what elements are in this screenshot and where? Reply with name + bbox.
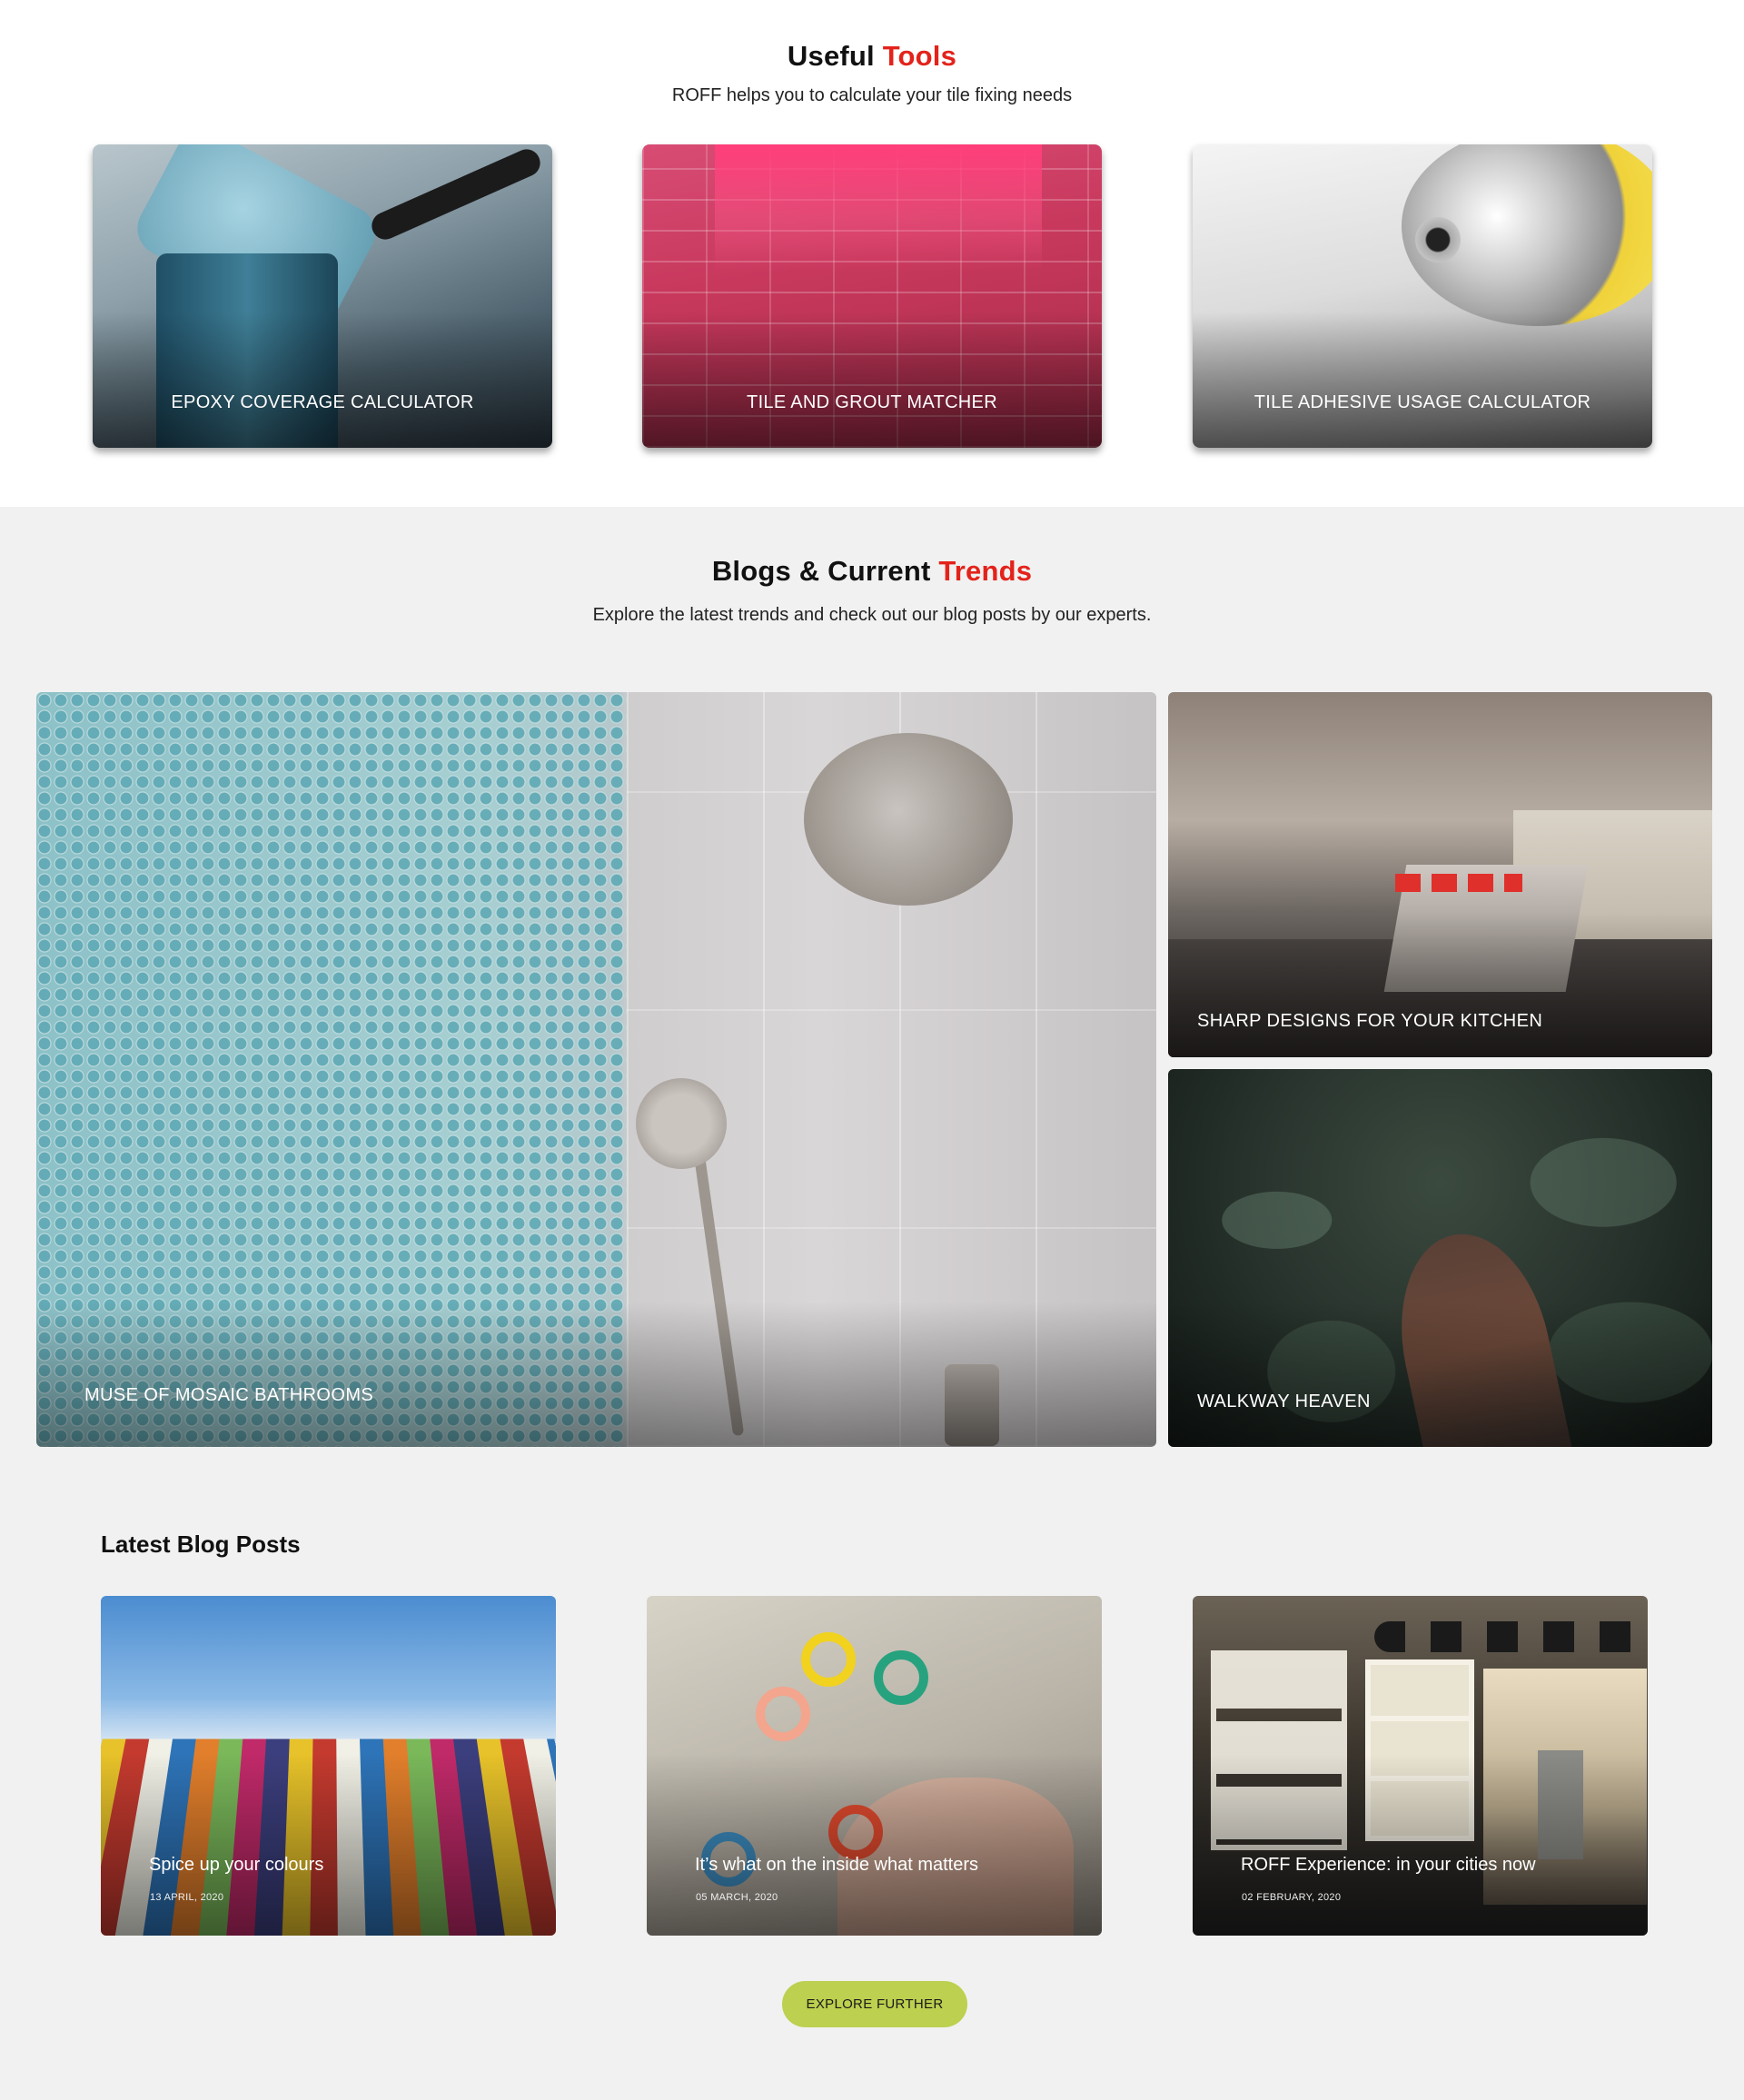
tools-heading-main: Useful [788, 40, 875, 72]
tools-heading: Useful Tools [0, 40, 1744, 73]
explore-further-button[interactable]: EXPLORE FURTHER [782, 1981, 967, 2027]
blog-post-date: 05 MARCH, 2020 [696, 1892, 778, 1903]
hand-shower-image [636, 1078, 727, 1169]
blog-post-card[interactable]: It’s what on the inside what matters 05 … [647, 1596, 1102, 1936]
tool-card-grout-matcher[interactable]: TILE AND GROUT MATCHER [642, 144, 1102, 448]
trends-heading-main: Blogs & Current [712, 555, 931, 587]
tools-heading-accent: Tools [883, 40, 956, 72]
tools-subtitle: ROFF helps you to calculate your tile fi… [0, 85, 1744, 106]
trend-card-label: MUSE OF MOSAIC BATHROOMS [84, 1385, 373, 1406]
trends-heading: Blogs & Current Trends [0, 555, 1744, 588]
tool-card-label: TILE AND GROUT MATCHER [642, 392, 1102, 413]
blog-post-date: 13 APRIL, 2020 [150, 1892, 223, 1903]
blog-post-title: It’s what on the inside what matters [695, 1855, 978, 1876]
tool-card-epoxy-calculator[interactable]: EPOXY COVERAGE CALCULATOR [93, 144, 552, 448]
tool-card-label: TILE ADHESIVE USAGE CALCULATOR [1193, 392, 1652, 413]
blog-post-card[interactable]: Spice up your colours 13 APRIL, 2020 [101, 1596, 556, 1936]
blog-post-title: Spice up your colours [149, 1855, 323, 1876]
useful-tools-section: Useful Tools ROFF helps you to calculate… [0, 0, 1744, 507]
molecule-model-image [756, 1687, 810, 1741]
blog-post-card[interactable]: ROFF Experience: in your cities now 02 F… [1193, 1596, 1648, 1936]
blog-post-date: 02 FEBRUARY, 2020 [1242, 1892, 1341, 1903]
blog-post-title: ROFF Experience: in your cities now [1241, 1855, 1536, 1876]
roller-handle-image [368, 145, 545, 244]
trend-card-walkway[interactable]: WALKWAY HEAVEN [1168, 1069, 1712, 1447]
trend-card-kitchen[interactable]: SHARP DESIGNS FOR YOUR KITCHEN [1168, 692, 1712, 1057]
red-stools-image [1395, 874, 1522, 892]
trend-card-label: WALKWAY HEAVEN [1197, 1392, 1371, 1412]
trend-card-mosaic-bathrooms[interactable]: MUSE OF MOSAIC BATHROOMS [36, 692, 1156, 1447]
latest-posts-heading: Latest Blog Posts [101, 1530, 301, 1559]
trends-subtitle: Explore the latest trends and check out … [0, 605, 1744, 626]
shower-head-image [804, 733, 1013, 906]
trends-heading-accent: Trends [938, 555, 1032, 587]
tool-card-adhesive-calculator[interactable]: TILE ADHESIVE USAGE CALCULATOR [1193, 144, 1652, 448]
pendant-lights-image [1374, 1621, 1647, 1652]
tool-card-label: EPOXY COVERAGE CALCULATOR [93, 392, 552, 413]
trend-card-label: SHARP DESIGNS FOR YOUR KITCHEN [1197, 1011, 1542, 1032]
